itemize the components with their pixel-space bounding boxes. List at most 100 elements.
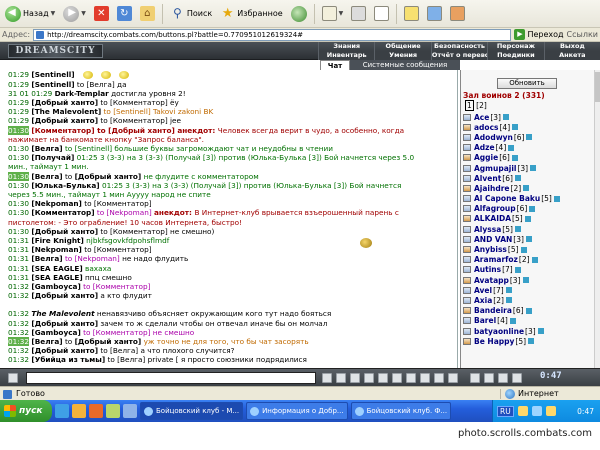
- language-indicator[interactable]: RU: [497, 405, 514, 417]
- info-icon[interactable]: [520, 246, 527, 253]
- user-list-item[interactable]: Bandeira [6]: [463, 306, 599, 316]
- message-author[interactable]: [Добрый ханто]: [31, 227, 98, 236]
- message-time[interactable]: 01:30: [8, 144, 29, 153]
- nav-profile[interactable]: Анкета: [543, 51, 600, 60]
- info-icon[interactable]: [525, 307, 532, 314]
- forward-button[interactable]: ▼: [60, 3, 89, 25]
- filter-icon[interactable]: [378, 373, 388, 383]
- settings-icon[interactable]: [420, 373, 430, 383]
- nav-inventory[interactable]: Инвентарь: [318, 51, 375, 60]
- message-time[interactable]: 01:29: [8, 80, 29, 89]
- user-name[interactable]: Alyssa: [474, 225, 501, 234]
- message-time[interactable]: 01:31: [8, 273, 29, 282]
- user-name[interactable]: Alvent: [474, 174, 501, 183]
- message-time[interactable]: 01:30: [8, 199, 29, 208]
- message-time[interactable]: 01:30: [8, 125, 30, 135]
- user-name[interactable]: Avatapp: [474, 276, 509, 285]
- message-author[interactable]: [Добрый ханто]: [31, 291, 98, 300]
- taskbar-task[interactable]: Информация о Добр...: [246, 402, 348, 420]
- clear-icon[interactable]: [350, 373, 360, 383]
- message-author[interactable]: [Убийца из тьмы]: [31, 355, 105, 364]
- user-list-item[interactable]: Avel [7]: [463, 285, 599, 295]
- user-name[interactable]: Be Happy: [474, 337, 514, 346]
- message-author[interactable]: [Велга]: [31, 144, 62, 153]
- message-time[interactable]: 01:32: [8, 309, 29, 318]
- message-author[interactable]: [Юлька-Булька]: [31, 181, 99, 190]
- volume-icon[interactable]: [545, 406, 556, 416]
- message-time[interactable]: 01:30: [8, 171, 30, 181]
- mail-icon[interactable]: [498, 373, 508, 383]
- message-author[interactable]: [Добрый ханто]: [31, 319, 98, 328]
- user-list-item[interactable]: Aggie [6]: [463, 153, 599, 163]
- info-icon[interactable]: [530, 165, 537, 172]
- user-list-item[interactable]: Aramarfoz [2]: [463, 255, 599, 265]
- user-list-item[interactable]: Barel [4]: [463, 316, 599, 326]
- app-quicklaunch-icon[interactable]: [89, 404, 103, 418]
- info-icon[interactable]: [514, 226, 521, 233]
- info-icon[interactable]: [505, 297, 512, 304]
- ignore-icon[interactable]: [448, 373, 458, 383]
- message-author[interactable]: [The Malevolent]: [31, 107, 101, 116]
- info-icon[interactable]: [524, 215, 531, 222]
- tray-icon[interactable]: [517, 406, 528, 416]
- info-icon[interactable]: [529, 205, 536, 212]
- user-name[interactable]: Avel: [474, 286, 492, 295]
- page-link[interactable]: 1: [465, 100, 474, 111]
- network-icon[interactable]: [531, 406, 542, 416]
- send-icon[interactable]: [322, 373, 332, 383]
- message-author[interactable]: [Fire Knight]: [31, 236, 84, 245]
- user-name[interactable]: Anybiss: [474, 245, 507, 254]
- user-list-item[interactable]: Alyssa [5]: [463, 224, 599, 234]
- refresh-list-button[interactable]: Обновить: [497, 78, 557, 89]
- user-list-item[interactable]: adocs [4]: [463, 122, 599, 132]
- info-icon[interactable]: [502, 114, 509, 121]
- chevron-down-icon[interactable]: ▼: [51, 10, 56, 17]
- private-icon[interactable]: [434, 373, 444, 383]
- browser-quicklaunch-icon[interactable]: [55, 404, 69, 418]
- taskbar-task[interactable]: Бойцовский клуб. Ф...: [350, 402, 452, 420]
- user-list-item[interactable]: Ace [3]: [463, 112, 599, 122]
- message-author[interactable]: [Получай]: [31, 153, 74, 162]
- history-button[interactable]: [288, 3, 310, 25]
- folder-quicklaunch-icon[interactable]: [72, 404, 86, 418]
- user-list-item[interactable]: Ajaihdre [2]: [463, 183, 599, 193]
- info-icon[interactable]: [514, 175, 521, 182]
- user-name[interactable]: Aramarfoz: [474, 255, 518, 264]
- info-icon[interactable]: [512, 124, 519, 131]
- message-author[interactable]: [Добрый ханто]: [31, 346, 98, 355]
- message-time[interactable]: 01:31: [8, 254, 29, 263]
- nav-transfers[interactable]: Отчёт о переводах: [430, 51, 488, 60]
- info-icon[interactable]: [537, 328, 544, 335]
- message-time[interactable]: 01:32: [8, 355, 29, 364]
- user-name[interactable]: Ace: [474, 113, 489, 122]
- app-quicklaunch-icon[interactable]: [123, 404, 137, 418]
- people-icon[interactable]: [470, 373, 480, 383]
- chevron-down-icon[interactable]: ▼: [81, 10, 86, 17]
- user-list-item[interactable]: Avatapp [3]: [463, 275, 599, 285]
- chat-options-icon[interactable]: [8, 373, 18, 383]
- message-time[interactable]: 01:29: [8, 98, 29, 107]
- back-button[interactable]: Назад ▼: [2, 3, 58, 25]
- message-time[interactable]: 01:31: [8, 264, 29, 273]
- info-icon[interactable]: [526, 134, 533, 141]
- tab-system-messages[interactable]: Системные сообщения: [350, 60, 460, 70]
- message-time[interactable]: 01:31: [8, 236, 29, 245]
- map-icon[interactable]: [484, 373, 494, 383]
- user-name[interactable]: Alfagroup: [474, 204, 516, 213]
- mail-button[interactable]: ▼: [319, 3, 347, 25]
- user-list-item[interactable]: Autins [7]: [463, 265, 599, 275]
- user-list-item[interactable]: Adodwyn [6]: [463, 132, 599, 142]
- notes-button[interactable]: [401, 3, 422, 25]
- info-icon[interactable]: [511, 154, 518, 161]
- app-quicklaunch-icon[interactable]: [106, 404, 120, 418]
- info-icon[interactable]: [528, 338, 535, 345]
- address-input[interactable]: http://dreamscity.combats.com/buttons.pl…: [33, 28, 512, 41]
- user-name[interactable]: Adodwyn: [474, 133, 513, 142]
- start-button[interactable]: пуск: [0, 400, 52, 422]
- user-name[interactable]: Adze: [474, 143, 495, 152]
- refresh-button[interactable]: ↻: [114, 3, 135, 25]
- favorites-button[interactable]: ★ Избранное: [217, 3, 285, 25]
- message-author[interactable]: [Nekpoman]: [31, 245, 82, 254]
- user-name[interactable]: Autins: [474, 265, 501, 274]
- message-author[interactable]: [Велга]: [31, 254, 62, 263]
